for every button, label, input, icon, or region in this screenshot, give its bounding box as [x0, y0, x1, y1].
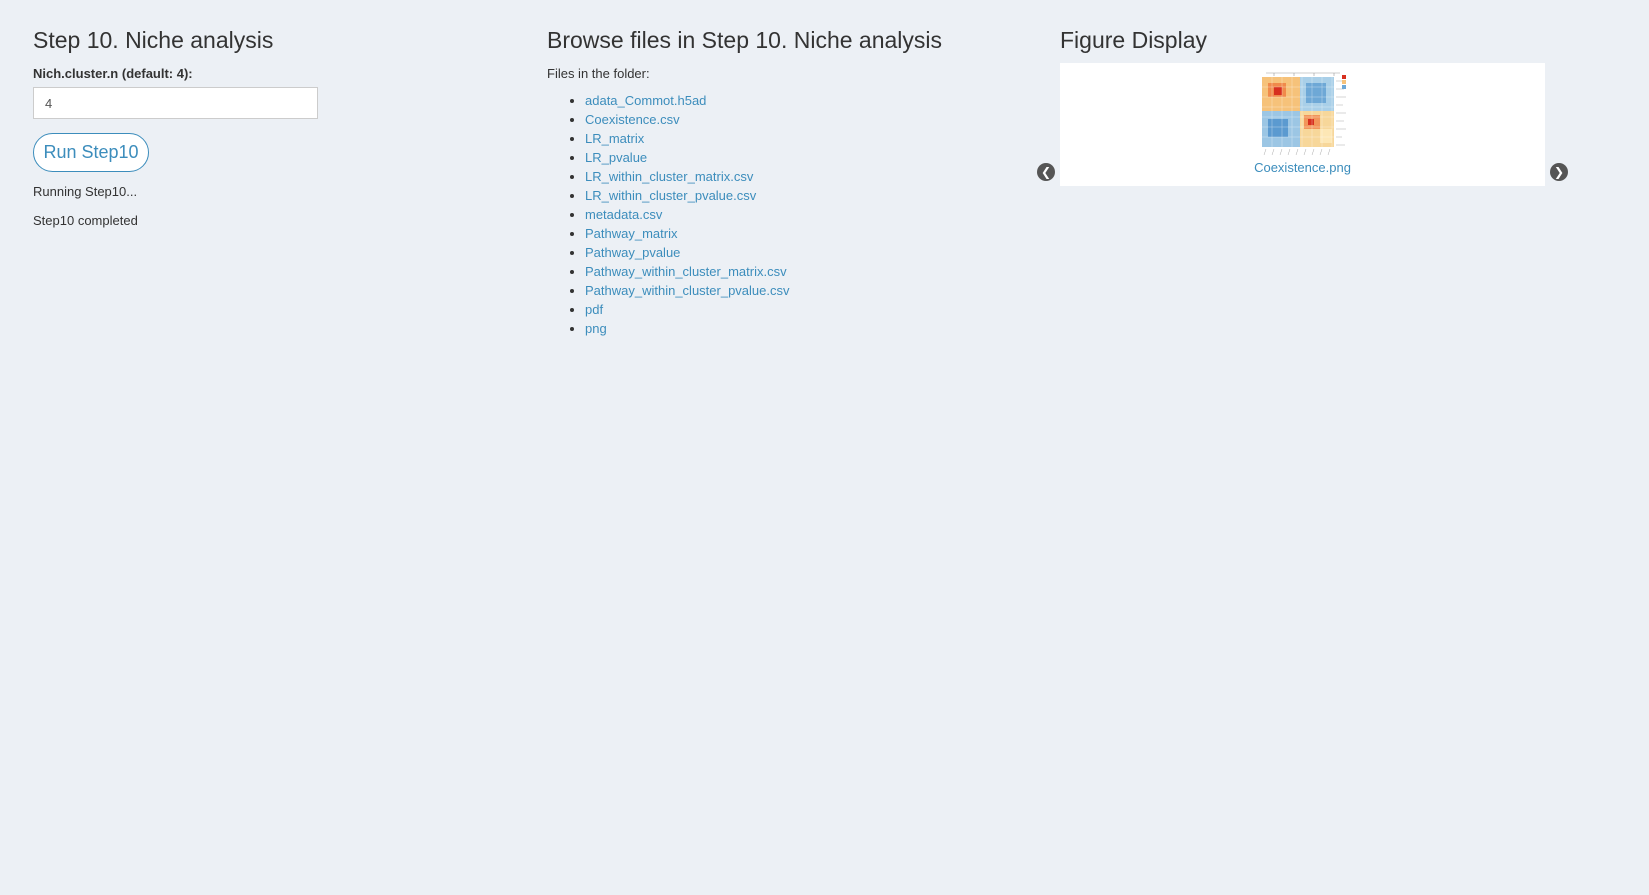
file-link[interactable]: LR_within_cluster_matrix.csv	[585, 169, 753, 184]
list-item: Pathway_pvalue	[585, 243, 790, 262]
cluster-n-label: Nich.cluster.n (default: 4):	[33, 66, 193, 81]
file-link[interactable]: LR_within_cluster_pvalue.csv	[585, 188, 756, 203]
browse-title: Browse files in Step 10. Niche analysis	[547, 27, 943, 53]
list-item: png	[585, 319, 790, 338]
files-label: Files in the folder:	[547, 66, 650, 81]
list-item: LR_matrix	[585, 129, 790, 148]
chevron-left-circle-icon[interactable]: ❮	[1037, 163, 1055, 181]
figure-carousel: ❮ ❯ Coexistence.png	[1037, 63, 1568, 186]
file-link[interactable]: LR_matrix	[585, 131, 644, 146]
step-title: Step 10. Niche analysis	[33, 27, 274, 53]
heatmap-thumbnail[interactable]	[1254, 67, 1350, 157]
file-link[interactable]: metadata.csv	[585, 207, 662, 222]
list-item: LR_within_cluster_pvalue.csv	[585, 186, 790, 205]
list-item: Pathway_within_cluster_matrix.csv	[585, 262, 790, 281]
file-link[interactable]: Coexistence.csv	[585, 112, 680, 127]
status-running-text: Running Step10...	[33, 184, 138, 199]
file-link[interactable]: pdf	[585, 302, 603, 317]
list-item: adata_Commot.h5ad	[585, 91, 790, 110]
file-link[interactable]: Pathway_within_cluster_pvalue.csv	[585, 283, 790, 298]
file-link[interactable]: Pathway_matrix	[585, 226, 677, 241]
list-item: metadata.csv	[585, 205, 790, 224]
file-list: adata_Commot.h5ad Coexistence.csv LR_mat…	[547, 91, 790, 338]
status-completed-text: Step10 completed	[33, 213, 138, 228]
list-item: Pathway_matrix	[585, 224, 790, 243]
file-link[interactable]: LR_pvalue	[585, 150, 647, 165]
chevron-right-circle-icon[interactable]: ❯	[1550, 163, 1568, 181]
cluster-n-input[interactable]	[33, 87, 318, 119]
file-link[interactable]: png	[585, 321, 607, 336]
list-item: pdf	[585, 300, 790, 319]
file-link[interactable]: Pathway_within_cluster_matrix.csv	[585, 264, 787, 279]
file-link[interactable]: Pathway_pvalue	[585, 245, 680, 260]
list-item: LR_pvalue	[585, 148, 790, 167]
figure-caption-link[interactable]: Coexistence.png	[1060, 160, 1545, 175]
figure-display-title: Figure Display	[1060, 27, 1207, 53]
list-item: Pathway_within_cluster_pvalue.csv	[585, 281, 790, 300]
list-item: Coexistence.csv	[585, 110, 790, 129]
file-link[interactable]: adata_Commot.h5ad	[585, 93, 706, 108]
list-item: LR_within_cluster_matrix.csv	[585, 167, 790, 186]
run-step10-button[interactable]: Run Step10	[33, 133, 149, 172]
